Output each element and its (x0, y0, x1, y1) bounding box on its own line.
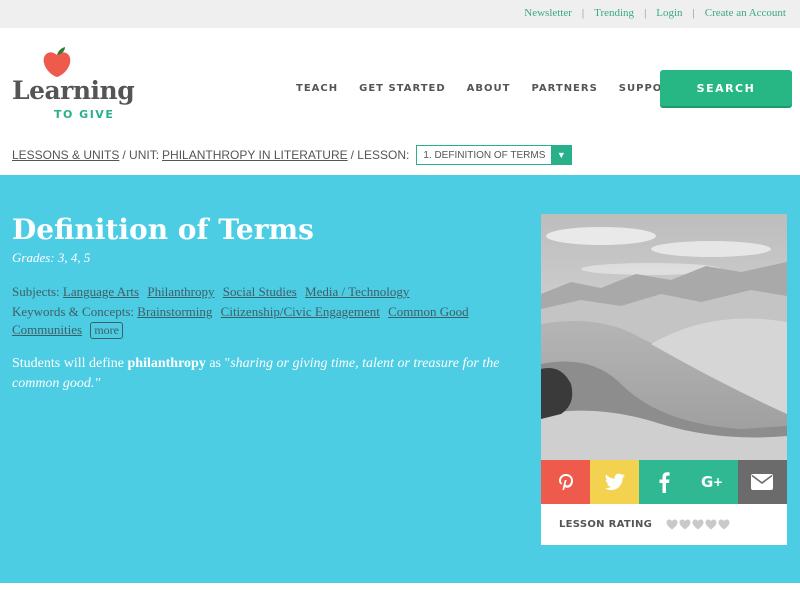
heart-icon[interactable] (679, 519, 691, 530)
nav-about[interactable]: ABOUT (467, 83, 511, 94)
lesson-rating: LESSON RATING (541, 504, 787, 545)
divider: | (581, 7, 585, 19)
description-text: " (94, 376, 101, 391)
newsletter-link[interactable]: Newsletter (524, 7, 572, 19)
divider: | (692, 7, 695, 19)
heart-icon[interactable] (718, 519, 730, 530)
rating-label: LESSON RATING (559, 519, 653, 530)
breadcrumb-lesson-prefix: / LESSON: (350, 148, 410, 162)
nav-partners[interactable]: PARTNERS (531, 83, 597, 94)
utility-bar: Newsletter | Trending | Login | Create a… (0, 0, 800, 28)
nav-get-started[interactable]: GET STARTED (359, 83, 446, 94)
search-button[interactable]: SEARCH (660, 70, 792, 106)
nav-teach[interactable]: TEACH (296, 83, 338, 94)
keyword-link-citizenship[interactable]: Citizenship/Civic Engagement (221, 304, 380, 319)
heart-icon[interactable] (666, 519, 678, 530)
keywords-row: Keywords & Concepts: Brainstorming Citiz… (12, 303, 532, 339)
breadcrumb-lessons-link[interactable]: LESSONS & UNITS (12, 148, 119, 162)
subjects-row: Subjects: Language Arts Philanthropy Soc… (12, 283, 414, 301)
email-icon (751, 474, 774, 490)
subjects-label: Subjects: (12, 284, 60, 299)
logo-subtitle: TO GIVE (54, 108, 115, 121)
description-term: philanthropy (127, 356, 206, 371)
lesson-select-value: 1. DEFINITION OF TERMS (423, 149, 546, 161)
logo-wordmark: Learning (12, 76, 135, 105)
page-title: Definition of Terms (12, 213, 314, 246)
svg-text:+: + (713, 475, 723, 489)
breadcrumb-unit-link[interactable]: PHILANTHROPY IN LITERATURE (162, 148, 348, 162)
description-text: Students will define (12, 356, 128, 371)
share-bar: G + (541, 460, 788, 504)
keyword-link-brainstorming[interactable]: Brainstorming (137, 304, 212, 319)
google-plus-button[interactable]: G + (688, 460, 738, 504)
breadcrumb: LESSONS & UNITS / UNIT: PHILANTHROPY IN … (12, 145, 573, 165)
subject-link-media-technology[interactable]: Media / Technology (305, 284, 409, 299)
breadcrumb-unit-prefix: / UNIT: (122, 148, 160, 162)
pinterest-button[interactable] (541, 460, 591, 504)
lesson-hero: Definition of Terms Grades: 3, 4, 5 Subj… (0, 175, 800, 583)
subject-link-language-arts[interactable]: Language Arts (63, 284, 139, 299)
email-button[interactable] (737, 460, 788, 504)
description-text: as " (205, 356, 231, 371)
apple-icon (43, 47, 71, 77)
site-logo[interactable]: Learning TO GIVE (12, 46, 142, 121)
utility-links: Newsletter | Trending | Login | Create a… (524, 7, 786, 19)
twitter-icon (604, 473, 625, 491)
chevron-down-icon: ▼ (551, 146, 572, 164)
main-nav: TEACH GET STARTED ABOUT PARTNERS SUPPORT… (296, 83, 700, 94)
facebook-icon (659, 472, 670, 493)
lesson-photo (541, 214, 787, 460)
keywords-label: Keywords & Concepts: (12, 304, 135, 319)
lesson-grades: Grades: 3, 4, 5 (12, 250, 91, 265)
divider: | (644, 7, 647, 19)
subject-link-philanthropy[interactable]: Philanthropy (147, 284, 214, 299)
more-keywords-button[interactable]: more (90, 322, 123, 339)
pinterest-icon (558, 474, 573, 490)
lesson-description: Students will define philanthropy as "sh… (12, 354, 532, 394)
subject-link-social-studies[interactable]: Social Studies (223, 284, 297, 299)
heart-icon[interactable] (692, 519, 704, 530)
facebook-button[interactable] (639, 460, 689, 504)
login-link[interactable]: Login (656, 7, 682, 19)
site-header: Learning TO GIVE TEACH GET STARTED ABOUT… (0, 28, 800, 165)
rating-hearts[interactable] (666, 519, 730, 530)
google-plus-icon: G + (701, 473, 723, 491)
lesson-select[interactable]: 1. DEFINITION OF TERMS ▼ (416, 145, 573, 165)
create-account-link[interactable]: Create an Account (705, 7, 786, 19)
trending-link[interactable]: Trending (594, 7, 634, 19)
heart-icon[interactable] (705, 519, 717, 530)
lesson-card: G + LESSON RATING (541, 214, 788, 545)
twitter-button[interactable] (590, 460, 640, 504)
svg-text:G: G (701, 473, 713, 491)
